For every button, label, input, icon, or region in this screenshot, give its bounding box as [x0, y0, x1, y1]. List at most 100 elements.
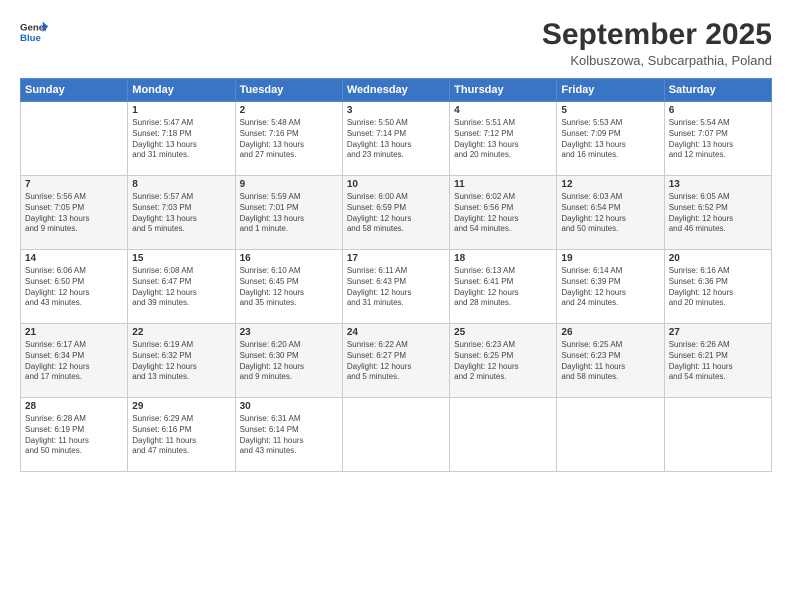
day-number: 16	[240, 253, 338, 264]
col-header-monday: Monday	[128, 79, 235, 102]
cell-info: Sunrise: 5:53 AM Sunset: 7:09 PM Dayligh…	[561, 118, 659, 161]
col-header-thursday: Thursday	[450, 79, 557, 102]
cell-info: Sunrise: 6:25 AM Sunset: 6:23 PM Dayligh…	[561, 340, 659, 383]
cell-4-3: 23Sunrise: 6:20 AM Sunset: 6:30 PM Dayli…	[235, 324, 342, 398]
cell-1-5: 4 Sunrise: 5:51 AM Sunset: 7:12 PM Daylig…	[450, 102, 557, 176]
cell-2-1: 7 Sunrise: 5:56 AM Sunset: 7:05 PM Daylig…	[21, 176, 128, 250]
cell-info: Sunrise: 5:47 AM Sunset: 7:18 PM Dayligh…	[132, 118, 230, 161]
week-row-3: 14 Sunrise: 6:06 AM Sunset: 6:50 PM Dayli…	[21, 250, 772, 324]
cell-info: Sunrise: 6:28 AM Sunset: 6:19 PM Dayligh…	[25, 414, 123, 457]
cell-3-5: 18 Sunrise: 6:13 AM Sunset: 6:41 PM Dayli…	[450, 250, 557, 324]
day-number: 30	[240, 401, 338, 412]
cell-2-5: 11 Sunrise: 6:02 AM Sunset: 6:56 PM Dayli…	[450, 176, 557, 250]
day-number: 12	[561, 179, 659, 190]
cell-info: Sunrise: 6:31 AM Sunset: 6:14 PM Dayligh…	[240, 414, 338, 457]
day-number: 4	[454, 105, 552, 116]
header-row: SundayMondayTuesdayWednesdayThursdayFrid…	[21, 79, 772, 102]
day-number: 25	[454, 327, 552, 338]
cell-info: Sunrise: 5:56 AM Sunset: 7:05 PM Dayligh…	[25, 192, 123, 235]
cell-2-6: 12Sunrise: 6:03 AM Sunset: 6:54 PM Dayli…	[557, 176, 664, 250]
cell-info: Sunrise: 6:06 AM Sunset: 6:50 PM Dayligh…	[25, 266, 123, 309]
cell-info: Sunrise: 6:23 AM Sunset: 6:25 PM Dayligh…	[454, 340, 552, 383]
day-number: 18	[454, 253, 552, 264]
cell-info: Sunrise: 6:26 AM Sunset: 6:21 PM Dayligh…	[669, 340, 767, 383]
day-number: 27	[669, 327, 767, 338]
calendar-table: SundayMondayTuesdayWednesdayThursdayFrid…	[20, 78, 772, 472]
cell-info: Sunrise: 6:29 AM Sunset: 6:16 PM Dayligh…	[132, 414, 230, 457]
cell-info: Sunrise: 6:14 AM Sunset: 6:39 PM Dayligh…	[561, 266, 659, 309]
col-header-wednesday: Wednesday	[342, 79, 449, 102]
cell-info: Sunrise: 5:59 AM Sunset: 7:01 PM Dayligh…	[240, 192, 338, 235]
day-number: 14	[25, 253, 123, 264]
day-number: 21	[25, 327, 123, 338]
cell-4-1: 21 Sunrise: 6:17 AM Sunset: 6:34 PM Dayli…	[21, 324, 128, 398]
day-number: 10	[347, 179, 445, 190]
col-header-tuesday: Tuesday	[235, 79, 342, 102]
cell-info: Sunrise: 6:17 AM Sunset: 6:34 PM Dayligh…	[25, 340, 123, 383]
day-number: 23	[240, 327, 338, 338]
week-row-2: 7 Sunrise: 5:56 AM Sunset: 7:05 PM Daylig…	[21, 176, 772, 250]
cell-5-7	[664, 398, 771, 472]
cell-4-6: 26Sunrise: 6:25 AM Sunset: 6:23 PM Dayli…	[557, 324, 664, 398]
cell-3-3: 16 Sunrise: 6:10 AM Sunset: 6:45 PM Dayli…	[235, 250, 342, 324]
cell-5-1: 28Sunrise: 6:28 AM Sunset: 6:19 PM Dayli…	[21, 398, 128, 472]
cell-info: Sunrise: 5:54 AM Sunset: 7:07 PM Dayligh…	[669, 118, 767, 161]
cell-info: Sunrise: 6:22 AM Sunset: 6:27 PM Dayligh…	[347, 340, 445, 383]
cell-1-7: 6 Sunrise: 5:54 AM Sunset: 7:07 PM Daylig…	[664, 102, 771, 176]
cell-4-2: 22Sunrise: 6:19 AM Sunset: 6:32 PM Dayli…	[128, 324, 235, 398]
col-header-sunday: Sunday	[21, 79, 128, 102]
cell-info: Sunrise: 5:51 AM Sunset: 7:12 PM Dayligh…	[454, 118, 552, 161]
cell-info: Sunrise: 6:05 AM Sunset: 6:52 PM Dayligh…	[669, 192, 767, 235]
day-number: 6	[669, 105, 767, 116]
col-header-friday: Friday	[557, 79, 664, 102]
cell-5-3: 30 Sunrise: 6:31 AM Sunset: 6:14 PM Dayli…	[235, 398, 342, 472]
day-number: 9	[240, 179, 338, 190]
cell-4-4: 24 Sunrise: 6:22 AM Sunset: 6:27 PM Dayli…	[342, 324, 449, 398]
cell-info: Sunrise: 6:16 AM Sunset: 6:36 PM Dayligh…	[669, 266, 767, 309]
svg-text:Blue: Blue	[20, 33, 41, 44]
day-number: 8	[132, 179, 230, 190]
cell-info: Sunrise: 6:00 AM Sunset: 6:59 PM Dayligh…	[347, 192, 445, 235]
week-row-5: 28Sunrise: 6:28 AM Sunset: 6:19 PM Dayli…	[21, 398, 772, 472]
day-number: 15	[132, 253, 230, 264]
month-title: September 2025	[542, 18, 772, 51]
header: General Blue September 2025 Kolbuszowa, …	[20, 18, 772, 68]
calendar-page: General Blue September 2025 Kolbuszowa, …	[0, 0, 792, 612]
col-header-saturday: Saturday	[664, 79, 771, 102]
cell-1-6: 5Sunrise: 5:53 AM Sunset: 7:09 PM Daylig…	[557, 102, 664, 176]
cell-info: Sunrise: 6:02 AM Sunset: 6:56 PM Dayligh…	[454, 192, 552, 235]
day-number: 11	[454, 179, 552, 190]
day-number: 24	[347, 327, 445, 338]
title-block: September 2025 Kolbuszowa, Subcarpathia,…	[542, 18, 772, 68]
cell-info: Sunrise: 6:11 AM Sunset: 6:43 PM Dayligh…	[347, 266, 445, 309]
cell-info: Sunrise: 6:10 AM Sunset: 6:45 PM Dayligh…	[240, 266, 338, 309]
cell-1-4: 3Sunrise: 5:50 AM Sunset: 7:14 PM Daylig…	[342, 102, 449, 176]
cell-3-1: 14 Sunrise: 6:06 AM Sunset: 6:50 PM Dayli…	[21, 250, 128, 324]
logo: General Blue	[20, 18, 48, 46]
day-number: 7	[25, 179, 123, 190]
cell-3-7: 20 Sunrise: 6:16 AM Sunset: 6:36 PM Dayli…	[664, 250, 771, 324]
cell-4-7: 27 Sunrise: 6:26 AM Sunset: 6:21 PM Dayli…	[664, 324, 771, 398]
cell-info: Sunrise: 5:57 AM Sunset: 7:03 PM Dayligh…	[132, 192, 230, 235]
cell-3-2: 15 Sunrise: 6:08 AM Sunset: 6:47 PM Dayli…	[128, 250, 235, 324]
cell-info: Sunrise: 5:50 AM Sunset: 7:14 PM Dayligh…	[347, 118, 445, 161]
cell-5-6	[557, 398, 664, 472]
day-number: 20	[669, 253, 767, 264]
cell-info: Sunrise: 6:13 AM Sunset: 6:41 PM Dayligh…	[454, 266, 552, 309]
day-number: 2	[240, 105, 338, 116]
cell-info: Sunrise: 6:08 AM Sunset: 6:47 PM Dayligh…	[132, 266, 230, 309]
cell-5-2: 29 Sunrise: 6:29 AM Sunset: 6:16 PM Dayli…	[128, 398, 235, 472]
cell-1-2: 1Sunrise: 5:47 AM Sunset: 7:18 PM Daylig…	[128, 102, 235, 176]
logo-icon: General Blue	[20, 18, 48, 46]
day-number: 29	[132, 401, 230, 412]
cell-5-5	[450, 398, 557, 472]
cell-1-1	[21, 102, 128, 176]
cell-1-3: 2Sunrise: 5:48 AM Sunset: 7:16 PM Daylig…	[235, 102, 342, 176]
week-row-1: 1Sunrise: 5:47 AM Sunset: 7:18 PM Daylig…	[21, 102, 772, 176]
day-number: 13	[669, 179, 767, 190]
cell-5-4	[342, 398, 449, 472]
location-subtitle: Kolbuszowa, Subcarpathia, Poland	[542, 53, 772, 68]
cell-2-3: 9 Sunrise: 5:59 AM Sunset: 7:01 PM Daylig…	[235, 176, 342, 250]
cell-info: Sunrise: 6:19 AM Sunset: 6:32 PM Dayligh…	[132, 340, 230, 383]
cell-4-5: 25 Sunrise: 6:23 AM Sunset: 6:25 PM Dayli…	[450, 324, 557, 398]
